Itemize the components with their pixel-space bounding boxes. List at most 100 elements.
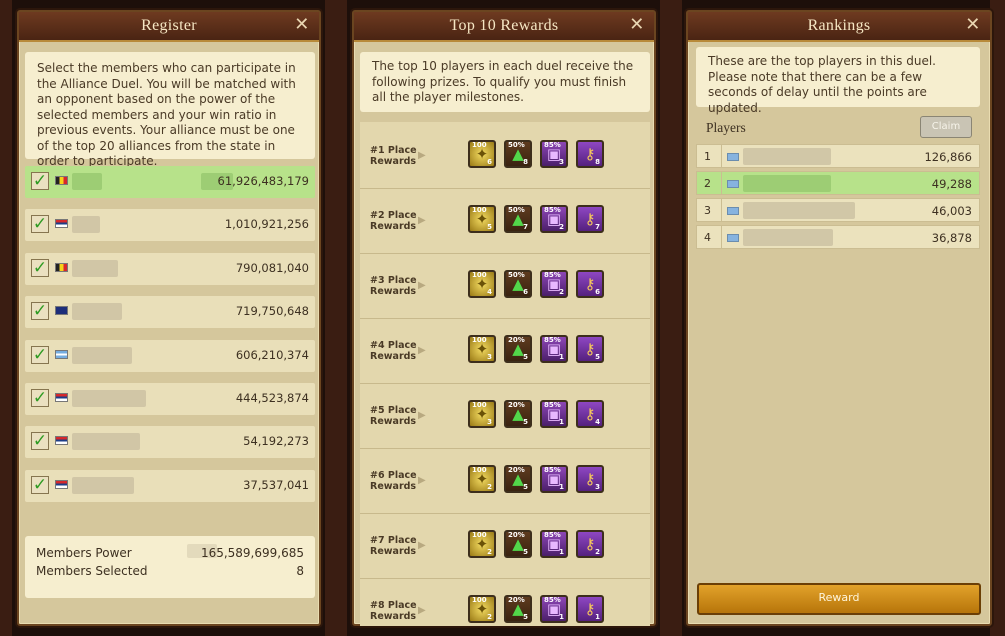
reward-place-row[interactable]: #1 Place Rewards ▶ ✦ 100 6 ▲ 50% 8 ▣ 85% 3 ⚷ 8	[360, 124, 650, 189]
key-icon[interactable]: ⚷ 3	[576, 465, 604, 493]
reward-quantity: 5	[523, 483, 528, 491]
key-icon[interactable]: ⚷ 2	[576, 530, 604, 558]
rewards-list[interactable]: #1 Place Rewards ▶ ✦ 100 6 ▲ 50% 8 ▣ 85% 3 ⚷ 8 #2 Plac…	[360, 122, 650, 626]
member-row[interactable]: ✓ 719,750,648	[25, 296, 315, 329]
chest-icon[interactable]: ▲ 50% 7	[504, 205, 532, 233]
chest-icon[interactable]: ▲ 20% 5	[504, 595, 532, 623]
coin-icon[interactable]: ✦ 100 2	[468, 530, 496, 558]
member-checkbox[interactable]: ✓	[31, 389, 49, 407]
reward-badge-top: 85%	[544, 206, 561, 214]
member-checkbox[interactable]: ✓	[31, 475, 49, 494]
place-line: #7 Place	[370, 535, 417, 546]
box-icon[interactable]: ▣ 85% 2	[540, 270, 568, 298]
box-icon[interactable]: ▣ 85% 2	[540, 205, 568, 233]
box-icon[interactable]: ▣ 85% 3	[540, 140, 568, 168]
ranking-row[interactable]: 2 49,288	[696, 171, 980, 195]
ranking-row[interactable]: 1 126,866	[696, 144, 980, 168]
reward-place-row[interactable]: #6 Place Rewards ▶ ✦ 100 2 ▲ 20% 5 ▣ 85% 1 ⚷ 3	[360, 449, 650, 514]
box-icon[interactable]: ▣ 85% 1	[540, 530, 568, 558]
member-row[interactable]: ✓ 1,010,921,256	[25, 209, 315, 242]
reward-place-row[interactable]: #5 Place Rewards ▶ ✦ 100 3 ▲ 20% 5 ▣ 85% 1 ⚷ 4	[360, 384, 650, 449]
reward-place-row[interactable]: #2 Place Rewards ▶ ✦ 100 5 ▲ 50% 7 ▣ 85% 2 ⚷ 7	[360, 189, 650, 254]
close-icon[interactable]: ✕	[292, 14, 312, 36]
place-line: #6 Place	[370, 470, 417, 481]
member-row[interactable]: ✓ 606,210,374	[25, 339, 315, 372]
key-icon[interactable]: ⚷ 8	[576, 140, 604, 168]
key-icon[interactable]: ⚷ 5	[576, 335, 604, 363]
redacted-name	[72, 303, 122, 321]
divider	[721, 199, 722, 221]
chest-icon[interactable]: ▲ 50% 6	[504, 270, 532, 298]
reward-badge-top: 100	[472, 401, 487, 409]
key-icon[interactable]: ⚷ 1	[576, 595, 604, 623]
flag-icon	[55, 349, 68, 359]
place-line: #5 Place	[370, 405, 417, 416]
coin-icon[interactable]: ✦ 100 4	[468, 270, 496, 298]
chest-icon[interactable]: ▲ 20% 5	[504, 465, 532, 493]
background-right-strip	[990, 0, 1005, 636]
reward-button[interactable]: Reward	[697, 583, 981, 615]
chest-icon[interactable]: ▲ 20% 5	[504, 400, 532, 428]
background-left-strip	[0, 0, 12, 636]
member-checkbox[interactable]: ✓	[31, 432, 49, 451]
member-checkbox[interactable]: ✓	[31, 172, 49, 190]
member-row[interactable]: ✓ 37,537,041	[25, 469, 315, 502]
rewards-line: Rewards	[370, 546, 417, 557]
coin-icon[interactable]: ✦ 100 3	[468, 335, 496, 363]
rankings-description: These are the top players in this duel. …	[696, 47, 980, 115]
member-row[interactable]: ✓ 54,192,273	[25, 426, 315, 459]
close-icon[interactable]: ✕	[627, 14, 647, 36]
member-checkbox[interactable]: ✓	[31, 258, 49, 277]
ranking-row[interactable]: 4 36,878	[696, 225, 980, 249]
coin-icon[interactable]: ✦ 100 6	[468, 140, 496, 168]
reward-place-label: #1 Place Rewards	[370, 145, 417, 167]
key-icon[interactable]: ⚷ 6	[576, 270, 604, 298]
reward-badge-top: 100	[472, 596, 487, 604]
box-icon[interactable]: ▣ 85% 1	[540, 595, 568, 623]
rankings-header: Rankings ✕	[688, 12, 990, 42]
box-icon[interactable]: ▣ 85% 1	[540, 335, 568, 363]
flag-icon	[727, 207, 739, 215]
flag-icon	[55, 306, 68, 316]
ranking-position: 1	[704, 150, 711, 163]
coin-icon[interactable]: ✦ 100 2	[468, 595, 496, 623]
box-icon[interactable]: ▣ 85% 1	[540, 465, 568, 493]
key-icon[interactable]: ⚷ 4	[576, 400, 604, 428]
claim-button[interactable]: Claim	[920, 116, 972, 138]
member-row[interactable]: ✓ 61,926,483,179	[25, 166, 315, 198]
reward-badge-top: 85%	[544, 596, 561, 604]
member-checkbox[interactable]: ✓	[31, 215, 49, 234]
key-icon[interactable]: ⚷ 7	[576, 205, 604, 233]
member-power: 719,750,648	[235, 304, 309, 319]
reward-quantity: 1	[559, 353, 564, 361]
reward-badge-top: 100	[472, 336, 487, 344]
redacted-name	[743, 229, 833, 246]
coin-icon[interactable]: ✦ 100 2	[468, 465, 496, 493]
coin-icon[interactable]: ✦ 100 3	[468, 400, 496, 428]
member-row[interactable]: ✓ 790,081,040	[25, 252, 315, 285]
member-checkbox[interactable]: ✓	[31, 345, 49, 364]
reward-place-row[interactable]: #8 Place Rewards ▶ ✦ 100 2 ▲ 20% 5 ▣ 85% 1 ⚷ 1	[360, 579, 650, 626]
divider	[721, 172, 722, 194]
reward-place-label: #8 Place Rewards	[370, 600, 417, 622]
reward-place-row[interactable]: #4 Place Rewards ▶ ✦ 100 3 ▲ 20% 5 ▣ 85% 1 ⚷ 5	[360, 319, 650, 384]
close-icon[interactable]: ✕	[963, 14, 983, 36]
member-checkbox[interactable]: ✓	[31, 302, 49, 321]
reward-place-label: #3 Place Rewards	[370, 275, 417, 297]
chest-icon[interactable]: ▲ 20% 5	[504, 530, 532, 558]
member-row[interactable]: ✓ 444,523,874	[25, 383, 315, 415]
reward-place-row[interactable]: #7 Place Rewards ▶ ✦ 100 2 ▲ 20% 5 ▣ 85% 1 ⚷ 2	[360, 514, 650, 579]
coin-icon[interactable]: ✦ 100 5	[468, 205, 496, 233]
flag-icon	[55, 479, 68, 489]
rewards-line: Rewards	[370, 611, 417, 622]
chest-icon[interactable]: ▲ 20% 5	[504, 335, 532, 363]
reward-quantity: 3	[559, 158, 564, 166]
register-panel: Register ✕ Select the members who can pa…	[17, 10, 321, 626]
reward-place-row[interactable]: #3 Place Rewards ▶ ✦ 100 4 ▲ 50% 6 ▣ 85% 2 ⚷ 6	[360, 254, 650, 319]
box-icon[interactable]: ▣ 85% 1	[540, 400, 568, 428]
ranking-row[interactable]: 3 46,003	[696, 198, 980, 222]
members-summary: Members Power 165,589,699,685 Members Se…	[25, 536, 315, 598]
reward-badge-top: 20%	[508, 401, 525, 409]
chest-icon[interactable]: ▲ 50% 8	[504, 140, 532, 168]
reward-badge-top: 100	[472, 141, 487, 149]
